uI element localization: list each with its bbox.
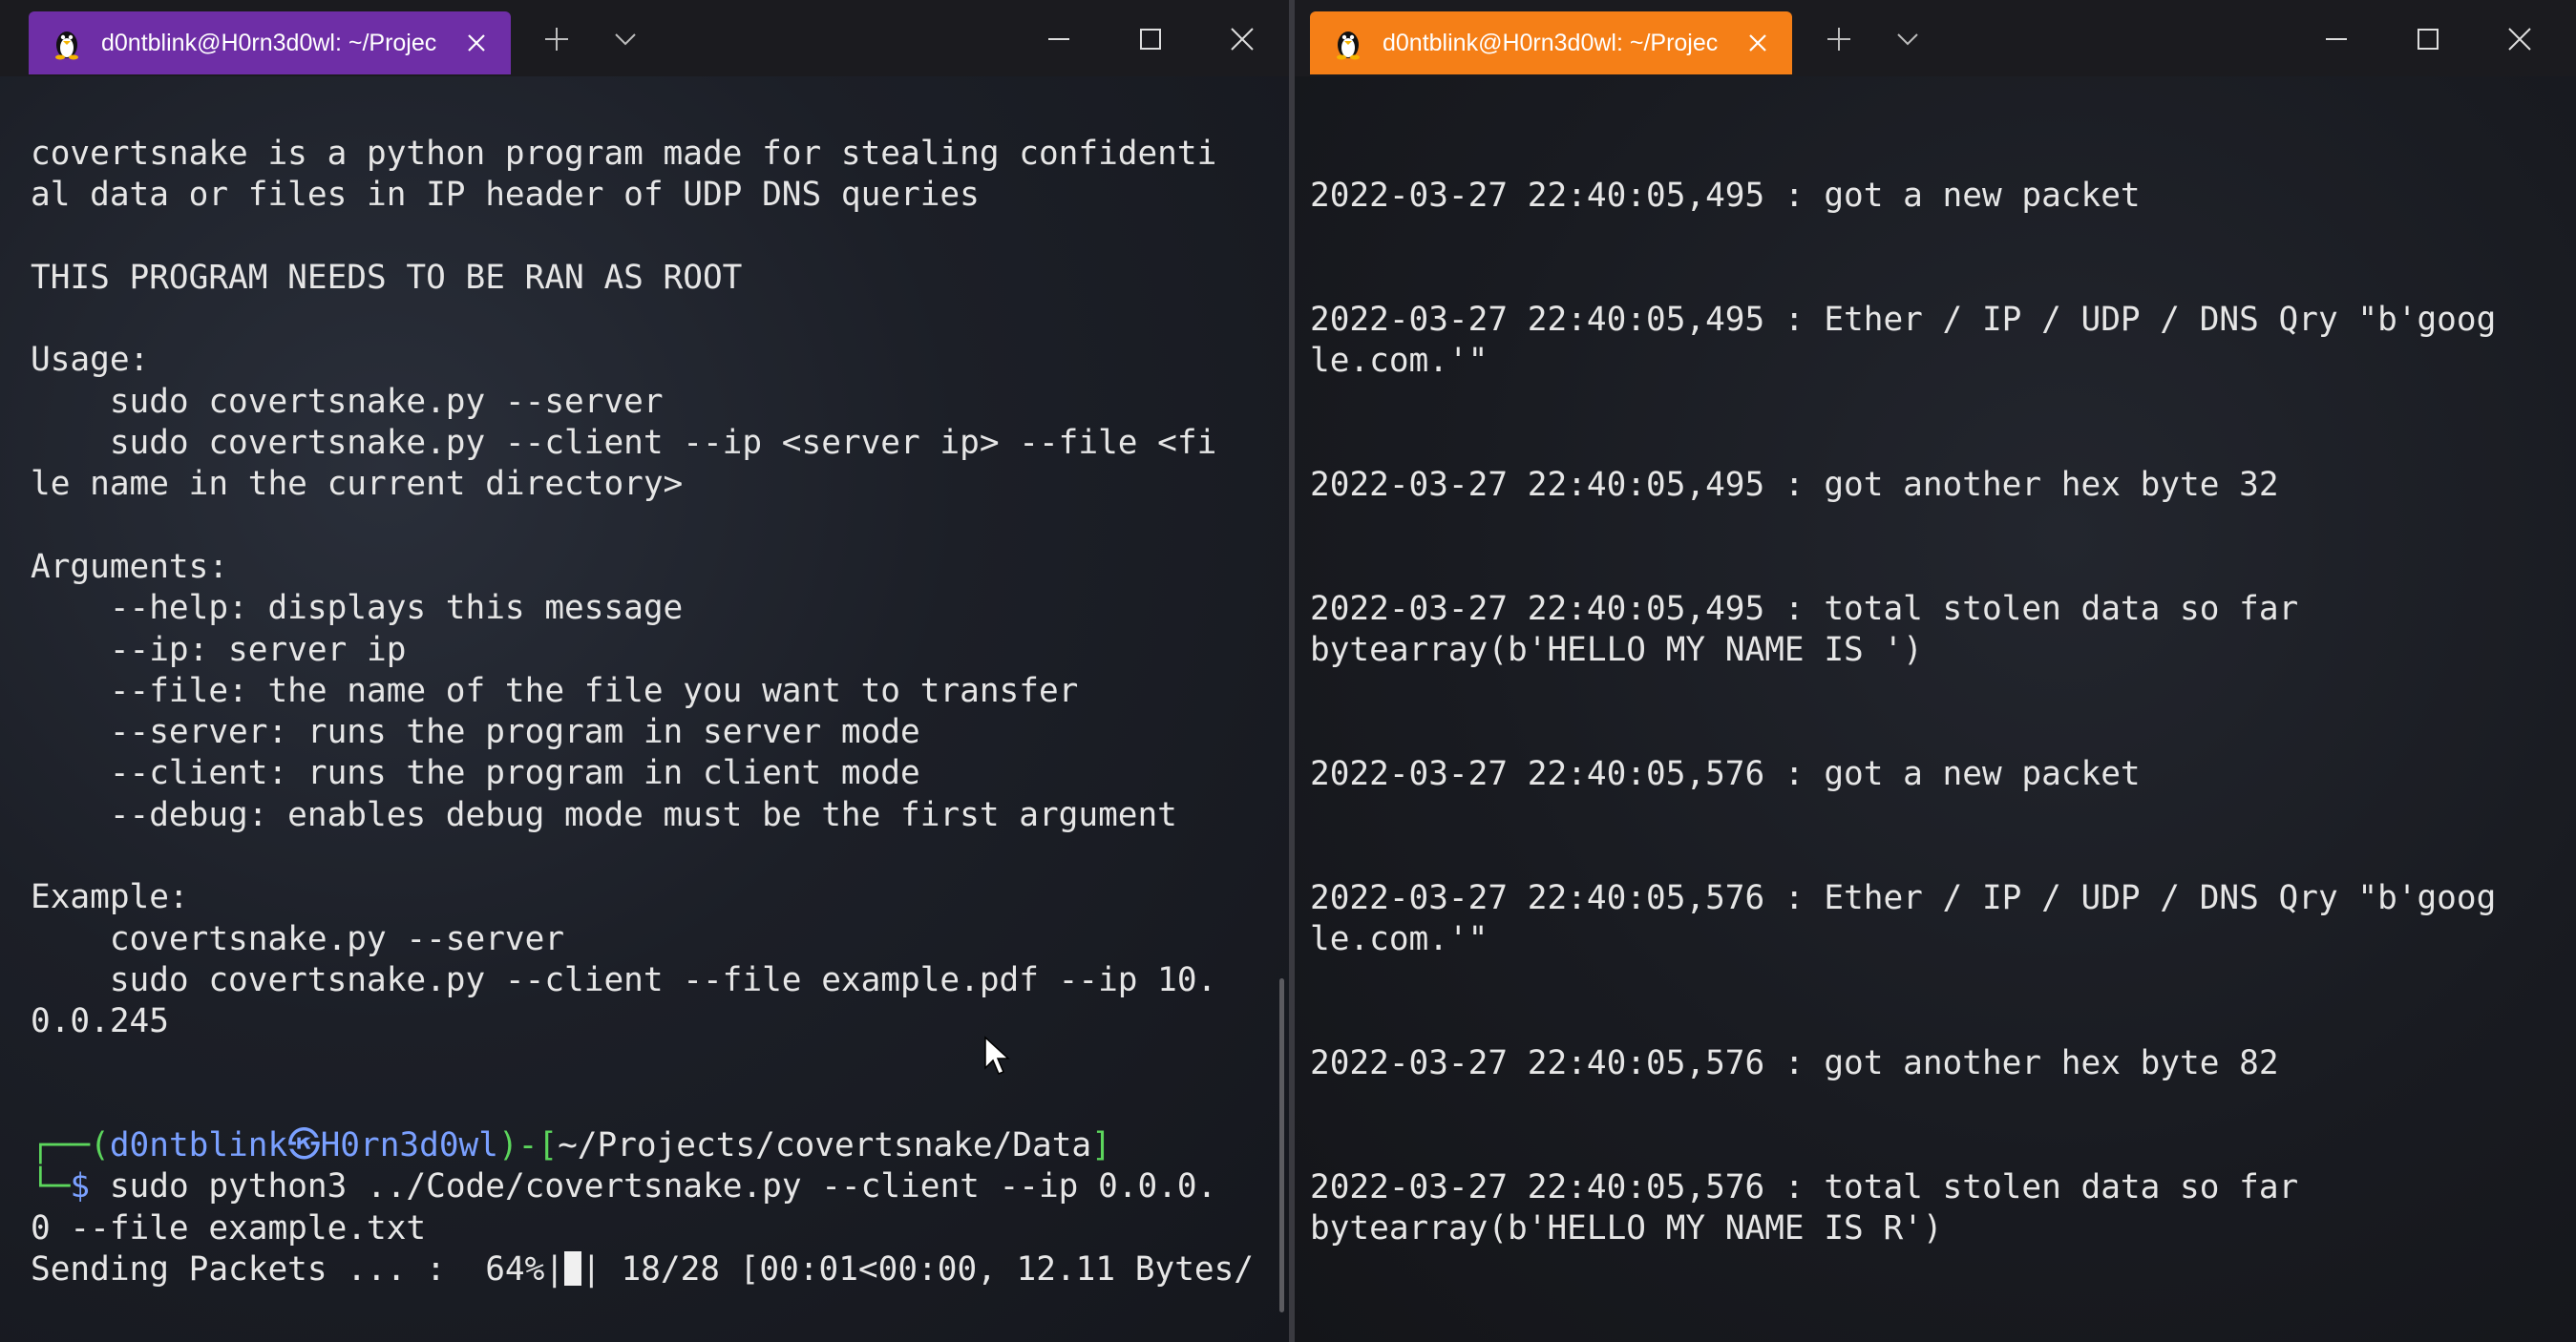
terminal-output: covertsnake is a python program made for… xyxy=(31,134,1254,1290)
left-terminal-window: d0ntblink@H0rn3d0wl: ~/Projec covertsnak… xyxy=(0,0,1289,1342)
log-text: 2022-03-27 22:40:05,495 : got a new pack… xyxy=(1310,177,2496,1248)
prompt-user: d0ntblink xyxy=(109,1126,288,1165)
tux-icon xyxy=(1337,31,1360,60)
prompt-host: H0rn3d0wl xyxy=(320,1126,498,1165)
minimize-icon[interactable] xyxy=(2322,25,2351,53)
log-line: 2022-03-27 22:40:05,576 : got another he… xyxy=(1310,1044,2279,1083)
terminal-line: --debug: enables debug mode must be the … xyxy=(31,795,1177,834)
terminal-line: Usage: xyxy=(31,341,150,380)
chevron-down-icon[interactable] xyxy=(1893,25,1922,53)
terminal-line: al data or files in IP header of UDP DNS… xyxy=(31,176,980,215)
close-icon[interactable] xyxy=(465,31,488,54)
prompt-top: ┌──(d0ntblink㉿H0rn3d0wl)-[~/Projects/cov… xyxy=(31,1126,1111,1164)
terminal-line: --client: runs the program in client mod… xyxy=(31,754,920,793)
command-text-cont: 0 --file example.txt xyxy=(31,1208,427,1248)
tab-title: d0ntblink@H0rn3d0wl: ~/Projec xyxy=(101,29,437,56)
window-close-icon[interactable] xyxy=(2505,25,2534,53)
prompt-bracket: )-[ xyxy=(497,1126,559,1165)
maximize-icon[interactable] xyxy=(2414,25,2442,53)
terminal-line: Arguments: xyxy=(31,547,229,586)
tab-right[interactable]: d0ntblink@H0rn3d0wl: ~/Projec xyxy=(1310,11,1792,74)
tux-icon xyxy=(55,31,78,60)
prompt-corner-bottom: └─ xyxy=(31,1167,71,1206)
log-line: 2022-03-27 22:40:05,576 : Ether / IP / U… xyxy=(1310,879,2497,918)
maximize-icon[interactable] xyxy=(1136,25,1165,53)
log-line: bytearray(b'HELLO MY NAME IS R') xyxy=(1310,1209,1943,1248)
log-line: 2022-03-27 22:40:05,495 : Ether / IP / U… xyxy=(1310,300,2497,339)
terminal-line: --file: the name of the file you want to… xyxy=(31,671,1079,710)
terminal-content[interactable]: covertsnake is a python program made for… xyxy=(0,76,1289,1342)
scrollbar[interactable] xyxy=(1279,978,1284,1312)
progress-status: | 18/28 [00:01<00:00, 12.11 Bytes/ xyxy=(581,1250,1255,1290)
terminal-line: covertsnake is a python program made for… xyxy=(31,135,1217,173)
tab-title: d0ntblink@H0rn3d0wl: ~/Projec xyxy=(1383,29,1719,56)
log-line: bytearray(b'HELLO MY NAME IS ') xyxy=(1310,631,1923,670)
progress-bar-fill xyxy=(564,1251,582,1287)
titlebar: d0ntblink@H0rn3d0wl: ~/Projec xyxy=(0,0,1289,76)
terminal-line: sudo covertsnake.py --client --file exam… xyxy=(31,960,1217,999)
terminal-line: --server: runs the program in server mod… xyxy=(31,713,920,752)
log-line: 2022-03-27 22:40:05,495 : got another he… xyxy=(1310,466,2279,505)
chevron-down-icon[interactable] xyxy=(611,25,640,53)
terminal-line: Example: xyxy=(31,878,189,917)
prompt-at: ㉿ xyxy=(287,1126,321,1165)
prompt-symbol: $ xyxy=(70,1167,91,1206)
prompt-bracket: ] xyxy=(1091,1126,1111,1165)
terminal-line: 0.0.245 xyxy=(31,1002,169,1041)
log-line: 2022-03-27 22:40:05,495 : total stolen d… xyxy=(1310,589,2299,628)
help-text: covertsnake is a python program made for… xyxy=(31,135,1216,1040)
tab-left[interactable]: d0ntblink@H0rn3d0wl: ~/Projec xyxy=(29,11,511,74)
command-text: sudo python3 ../Code/covertsnake.py --cl… xyxy=(90,1167,1217,1206)
terminal-line: --ip: server ip xyxy=(31,630,407,669)
window-close-icon[interactable] xyxy=(1228,25,1256,53)
terminal-line: covertsnake.py --server xyxy=(31,919,565,958)
log-line: 2022-03-27 22:40:05,576 : total stolen d… xyxy=(1310,1168,2299,1207)
mouse-cursor-icon xyxy=(984,1036,1010,1075)
close-icon[interactable] xyxy=(1746,31,1769,54)
progress-label: Sending Packets ... : 64%| xyxy=(31,1250,565,1290)
prompt-path: ~/Projects/covertsnake/Data xyxy=(558,1126,1092,1165)
right-terminal-window: d0ntblink@H0rn3d0wl: ~/Projec 2022-03-27… xyxy=(1295,0,2576,1342)
log-line: 2022-03-27 22:40:05,576 : got a new pack… xyxy=(1310,755,2141,794)
titlebar: d0ntblink@H0rn3d0wl: ~/Projec xyxy=(1295,0,2576,76)
terminal-line: sudo covertsnake.py --client --ip <serve… xyxy=(31,424,1217,463)
plus-icon[interactable] xyxy=(1825,25,1853,53)
log-line: 2022-03-27 22:40:05,495 : got a new pack… xyxy=(1310,177,2141,215)
terminal-output: 2022-03-27 22:40:05,495 : got a new pack… xyxy=(1310,176,2496,1250)
terminal-content[interactable]: 2022-03-27 22:40:05,495 : got a new pack… xyxy=(1295,76,2576,1342)
plus-icon[interactable] xyxy=(542,25,571,53)
log-line: le.com.'" xyxy=(1310,920,1489,959)
terminal-line: THIS PROGRAM NEEDS TO BE RAN AS ROOT xyxy=(31,258,743,297)
log-line: le.com.'" xyxy=(1310,342,1489,381)
terminal-line: sudo covertsnake.py --server xyxy=(31,382,664,421)
terminal-line: --help: displays this message xyxy=(31,589,684,628)
prompt-corner: ┌──( xyxy=(31,1126,110,1165)
minimize-icon[interactable] xyxy=(1045,25,1073,53)
terminal-line: le name in the current directory> xyxy=(31,465,684,504)
